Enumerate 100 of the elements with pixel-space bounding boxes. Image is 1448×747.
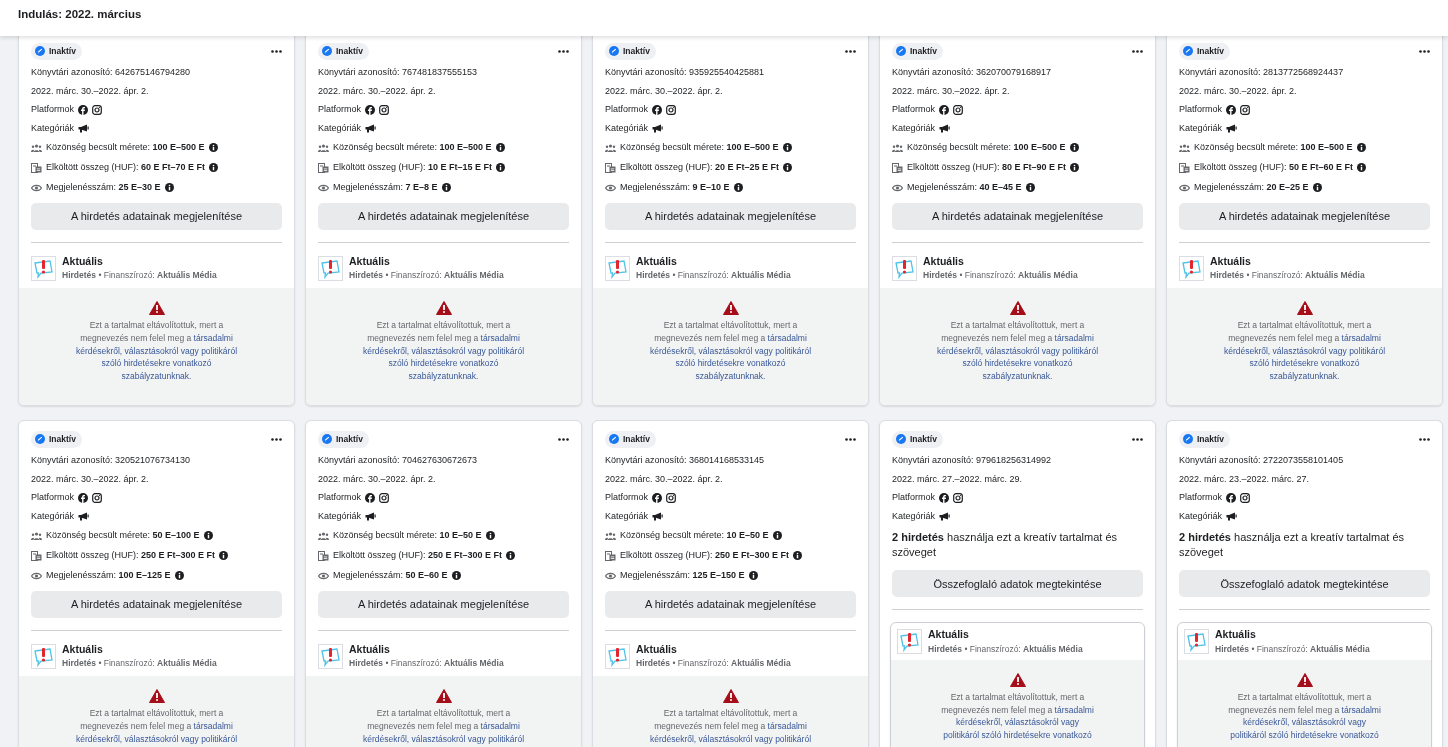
policy-link[interactable]: kérdésekről, választásokról vagy <box>956 717 1079 728</box>
policy-link[interactable]: társadalmi <box>480 332 520 343</box>
policy-link[interactable]: szabályzatunknak. <box>121 371 192 382</box>
eye-icon <box>892 183 903 192</box>
policy-link[interactable]: társadalmi <box>767 332 807 343</box>
details-button[interactable]: Összefoglaló adatok megtekintése <box>1179 570 1430 598</box>
status-badge: Inaktív <box>605 431 656 448</box>
more-options-icon[interactable] <box>1419 49 1430 53</box>
advertiser-name: Aktuális <box>1210 255 1252 268</box>
details-button[interactable]: A hirdetés adatainak megjelenítése <box>605 202 856 230</box>
advertiser-logo-icon <box>318 643 343 669</box>
details-button[interactable]: A hirdetés adatainak megjelenítése <box>1179 202 1430 230</box>
more-options-icon[interactable] <box>271 49 282 53</box>
details-button[interactable]: A hirdetés adatainak megjelenítése <box>892 202 1143 230</box>
eye-icon <box>318 183 329 192</box>
library-id: Könyvtári azonosító: 642675146794280 <box>31 66 192 80</box>
more-options-icon[interactable] <box>558 49 569 53</box>
more-options-icon[interactable] <box>845 49 856 53</box>
metric-text: Közönség becsült mérete: 10 E–50 E <box>620 529 769 543</box>
details-button[interactable]: A hirdetés adatainak megjelenítése <box>605 590 856 618</box>
metric-text: Megjelenésszám: 100 E–125 E <box>46 569 171 583</box>
more-options-icon[interactable] <box>1419 437 1430 441</box>
policy-link[interactable]: politikáról szóló hirdetésekre vonatkozó <box>1230 730 1379 741</box>
policy-link[interactable]: kérdésekről, választásokról vagy politikáról <box>649 345 812 356</box>
policy-link[interactable]: szóló hirdetésekre vonatkozó <box>675 358 786 369</box>
status-badge: Inaktív <box>31 43 82 60</box>
policy-link[interactable]: kérdésekről, választásokról vagy politikáról <box>75 733 238 744</box>
policy-link[interactable]: kérdésekről, választásokról vagy politikáról <box>1223 345 1386 356</box>
facebook-icon <box>939 493 949 504</box>
advertiser-name: Aktuális <box>62 255 104 268</box>
check-circle-icon <box>609 434 619 445</box>
check-circle-icon <box>35 46 45 57</box>
policy-link[interactable]: kérdésekről, választásokról vagy politikáról <box>362 345 525 356</box>
receipt-icon <box>892 162 903 173</box>
run-dates: 2022. márc. 30.–2022. ápr. 2. <box>318 84 437 98</box>
more-options-icon[interactable] <box>845 437 856 441</box>
status-badge: Inaktív <box>318 431 369 448</box>
policy-link[interactable]: társadalmi <box>767 720 807 731</box>
removal-notice-text: megnevezés nem felel meg a <box>367 720 479 731</box>
metric-text: Elköltött összeg (HUF): 250 E Ft–300 E Ft <box>333 549 503 563</box>
policy-link[interactable]: szóló hirdetésekre vonatkozó <box>388 358 499 369</box>
categories-label: Kategóriák <box>605 509 649 523</box>
policy-link[interactable]: politikáról szóló hirdetésekre vonatkozó <box>943 730 1092 741</box>
policy-link[interactable]: társadalmi <box>1054 332 1094 343</box>
info-icon <box>208 143 218 153</box>
instagram-icon <box>953 105 963 115</box>
more-options-icon[interactable] <box>558 437 569 441</box>
info-icon <box>1070 163 1080 173</box>
details-button[interactable]: A hirdetés adatainak megjelenítése <box>318 202 569 230</box>
policy-link[interactable]: társadalmi <box>480 720 520 731</box>
policy-link[interactable]: szóló hirdetésekre vonatkozó <box>101 358 212 369</box>
library-id: Könyvtári azonosító: 2722073558101405 <box>1179 454 1345 468</box>
more-options-icon[interactable] <box>1132 49 1143 53</box>
instagram-icon <box>92 105 102 115</box>
advertiser-name: Aktuális <box>928 629 970 641</box>
metric-text: Megjelenésszám: 50 E–60 E <box>333 569 448 583</box>
facebook-icon <box>365 105 375 115</box>
platforms-label: Platformok <box>31 103 74 117</box>
platforms-label: Platformok <box>892 491 935 505</box>
policy-link[interactable]: társadalmi <box>1341 704 1381 715</box>
info-icon <box>174 571 184 581</box>
platforms-label: Platformok <box>31 491 74 505</box>
status-badge: Inaktív <box>892 43 943 60</box>
metric-text: Elköltött összeg (HUF): 20 E Ft–25 E Ft <box>620 161 780 174</box>
megaphone-icon <box>939 124 951 133</box>
receipt-icon <box>31 550 42 561</box>
policy-link[interactable]: kérdésekről, választásokról vagy politikáról <box>362 733 525 744</box>
people-icon <box>31 143 42 152</box>
policy-link[interactable]: kérdésekről, választásokról vagy <box>1243 717 1366 728</box>
more-options-icon[interactable] <box>271 437 282 441</box>
policy-link[interactable]: társadalmi <box>193 332 233 343</box>
more-options-icon[interactable] <box>1132 437 1143 441</box>
receipt-icon <box>318 162 329 173</box>
details-button[interactable]: A hirdetés adatainak megjelenítése <box>31 590 282 618</box>
policy-link[interactable]: társadalmi <box>1341 332 1381 343</box>
details-button[interactable]: A hirdetés adatainak megjelenítése <box>31 202 282 230</box>
policy-link[interactable]: kérdésekről, választásokról vagy politikáról <box>936 345 1099 356</box>
policy-link[interactable]: szabályzatunknak. <box>408 371 479 382</box>
megaphone-icon <box>652 124 664 133</box>
policy-link[interactable]: kérdésekről, választásokról vagy politikáról <box>75 345 238 356</box>
policy-link[interactable]: szabályzatunknak. <box>695 371 766 382</box>
status-badge: Inaktív <box>318 43 369 60</box>
megaphone-icon <box>365 512 377 522</box>
categories-label: Kategóriák <box>605 121 649 135</box>
platforms-label: Platformok <box>318 103 361 117</box>
details-button[interactable]: Összefoglaló adatok megtekintése <box>892 570 1143 598</box>
categories-label: Kategóriák <box>892 121 936 135</box>
policy-link[interactable]: szóló hirdetésekre vonatkozó <box>962 358 1073 369</box>
policy-link[interactable]: kérdésekről, választásokról vagy politikáról <box>649 733 812 744</box>
eye-icon <box>1179 183 1190 192</box>
info-icon <box>495 143 505 153</box>
policy-link[interactable]: társadalmi <box>1054 704 1094 715</box>
removal-notice-text: Ezt a tartalmat eltávolítottuk, mert a <box>376 320 511 331</box>
details-button[interactable]: A hirdetés adatainak megjelenítése <box>318 590 569 618</box>
advertiser-logo-icon <box>1179 255 1204 281</box>
policy-link[interactable]: társadalmi <box>193 720 233 731</box>
advertiser-logo-icon <box>897 629 922 655</box>
policy-link[interactable]: szabályzatunknak. <box>982 371 1053 382</box>
policy-link[interactable]: szabályzatunknak. <box>1269 371 1340 382</box>
policy-link[interactable]: szóló hirdetésekre vonatkozó <box>1249 358 1360 369</box>
